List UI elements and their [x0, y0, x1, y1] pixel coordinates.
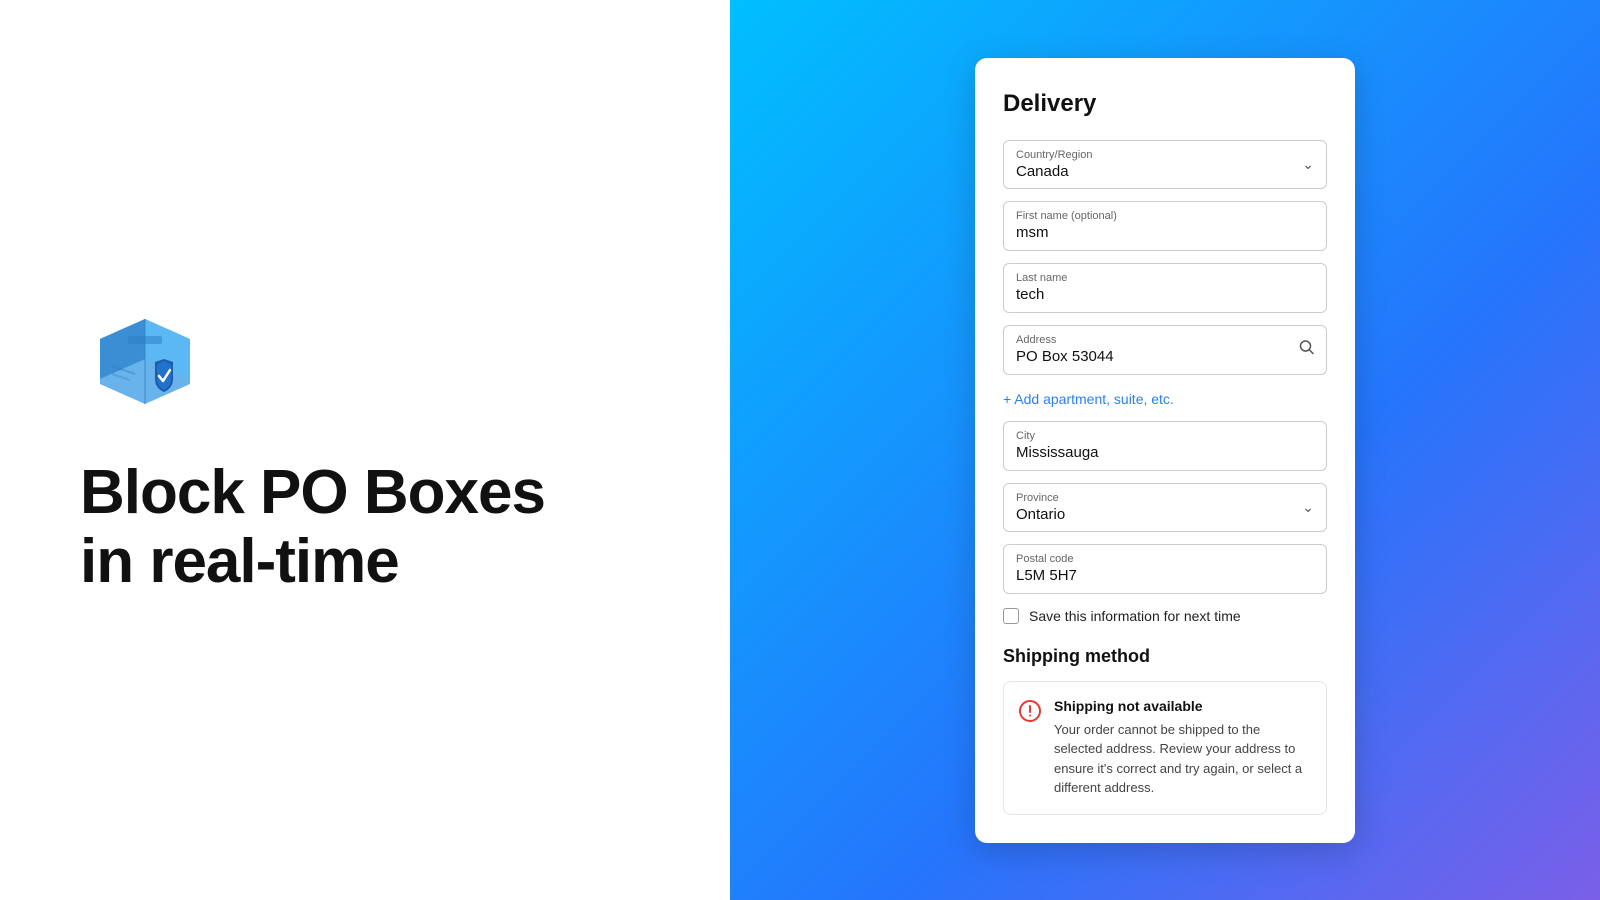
last-name-label: Last name [1016, 272, 1314, 284]
postal-code-field[interactable]: Postal code [1003, 544, 1327, 594]
address-label: Address [1016, 334, 1288, 346]
last-name-group: Last name [1003, 263, 1327, 313]
address-group: Address [1003, 325, 1327, 375]
add-apartment-link[interactable]: + Add apartment, suite, etc. [1003, 391, 1174, 407]
postal-code-label: Postal code [1016, 553, 1314, 565]
country-region-label: Country/Region [1016, 149, 1294, 161]
address-search-icon[interactable] [1299, 339, 1315, 360]
first-name-field[interactable]: First name (optional) [1003, 201, 1327, 251]
logo-area [80, 304, 210, 419]
right-panel: Delivery Country/Region Canada ⌄ First n… [730, 0, 1600, 900]
shipping-method-title: Shipping method [1003, 646, 1327, 667]
shipping-error-content: Shipping not available Your order cannot… [1054, 698, 1312, 798]
province-field[interactable]: Province Ontario ⌄ [1003, 483, 1327, 532]
first-name-input[interactable] [1016, 224, 1314, 241]
shipping-error-description: Your order cannot be shipped to the sele… [1054, 720, 1312, 798]
country-region-value: Canada [1016, 163, 1294, 180]
city-field[interactable]: City [1003, 421, 1327, 471]
save-info-checkbox[interactable] [1003, 608, 1019, 624]
city-label: City [1016, 430, 1314, 442]
headline-line1: Block PO Boxes [80, 459, 545, 527]
left-panel: Block PO Boxes in real-time [0, 0, 730, 900]
postal-code-input[interactable] [1016, 567, 1314, 584]
delivery-card: Delivery Country/Region Canada ⌄ First n… [975, 58, 1355, 843]
first-name-group: First name (optional) [1003, 201, 1327, 251]
delivery-title: Delivery [1003, 90, 1327, 118]
province-group: Province Ontario ⌄ [1003, 483, 1327, 532]
address-field[interactable]: Address [1003, 325, 1327, 375]
logo-icon [80, 304, 210, 414]
save-info-row: Save this information for next time [1003, 608, 1327, 624]
shipping-error-title: Shipping not available [1054, 698, 1312, 714]
first-name-label: First name (optional) [1016, 210, 1314, 222]
save-info-label: Save this information for next time [1029, 608, 1241, 624]
headline-line2: in real-time [80, 528, 545, 596]
city-group: City [1003, 421, 1327, 471]
postal-code-group: Postal code [1003, 544, 1327, 594]
country-region-group: Country/Region Canada ⌄ [1003, 140, 1327, 189]
address-input[interactable] [1016, 348, 1288, 365]
city-input[interactable] [1016, 444, 1314, 461]
country-chevron-icon: ⌄ [1302, 156, 1314, 173]
last-name-field[interactable]: Last name [1003, 263, 1327, 313]
province-label: Province [1016, 492, 1294, 504]
shipping-error-icon [1018, 699, 1042, 723]
shipping-error-box: Shipping not available Your order cannot… [1003, 681, 1327, 815]
province-chevron-icon: ⌄ [1302, 499, 1314, 516]
last-name-input[interactable] [1016, 286, 1314, 303]
province-value: Ontario [1016, 506, 1294, 523]
country-region-field[interactable]: Country/Region Canada ⌄ [1003, 140, 1327, 189]
headline: Block PO Boxes in real-time [80, 459, 545, 595]
